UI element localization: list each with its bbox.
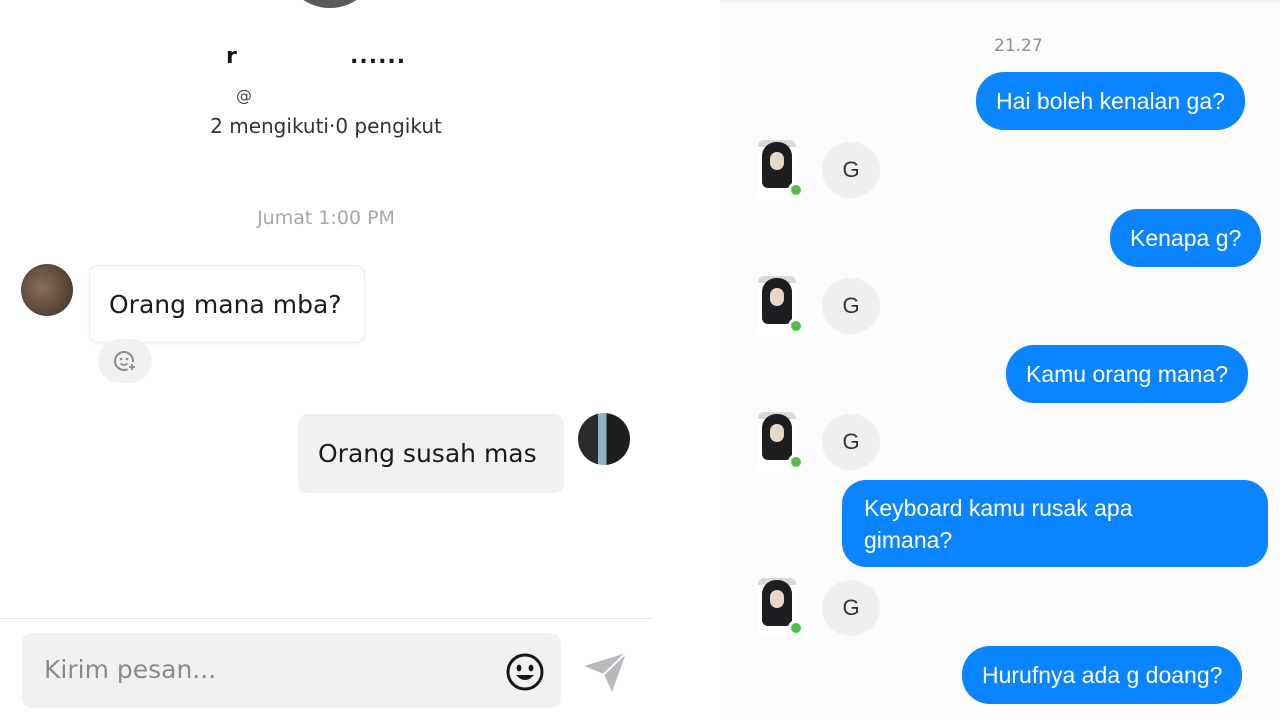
message-text: Hai boleh kenalan ga? [996, 88, 1225, 114]
message-input[interactable]: Kirim pesan... [22, 633, 561, 708]
online-status-dot [788, 182, 804, 198]
sender-avatar[interactable] [21, 264, 73, 316]
message-text: Keyboard kamu rusak apa gimana? [864, 495, 1133, 553]
message-text: Hurufnya ada g doang? [982, 662, 1223, 688]
profile-stats: 2 mengikuti · 0 pengikut [0, 114, 652, 138]
outgoing-message[interactable]: Keyboard kamu rusak apa gimana? [842, 480, 1268, 567]
outgoing-message[interactable]: Kenapa g? [1110, 209, 1262, 267]
message-text: G [842, 595, 860, 620]
message-text: G [842, 429, 860, 454]
screenshot-stage: r...... @ 2 mengikuti · 0 pengikut Jumat… [0, 0, 1280, 720]
send-arrow-icon [584, 652, 627, 692]
send-button[interactable] [582, 650, 628, 694]
profile-name-trailing: ...... [350, 44, 407, 69]
handle-prefix: @ [236, 86, 252, 105]
add-reaction-icon [114, 351, 137, 372]
contact-avatar[interactable] [758, 276, 804, 336]
add-reaction-button[interactable] [98, 339, 152, 383]
emoji-button[interactable] [505, 652, 545, 692]
smiley-icon [506, 653, 544, 691]
message-input-placeholder: Kirim pesan... [44, 655, 217, 684]
message-text: Orang susah mas [318, 439, 537, 468]
incoming-message[interactable]: G [822, 580, 880, 636]
my-avatar[interactable] [578, 413, 630, 465]
outgoing-message[interactable]: Kamu orang mana? [1006, 345, 1249, 403]
message-text: Orang mana mba? [109, 289, 342, 319]
incoming-message[interactable]: Orang mana mba? [89, 265, 365, 343]
left-chat-panel: r...... @ 2 mengikuti · 0 pengikut Jumat… [0, 0, 652, 720]
followers-count[interactable]: 0 pengikut [335, 114, 442, 138]
incoming-message[interactable]: G [822, 278, 880, 334]
outgoing-message[interactable]: Hurufnya ada g doang? [962, 646, 1243, 704]
top-edge [720, 0, 1280, 4]
chat-timestamp: Jumat 1:00 PM [257, 207, 395, 229]
incoming-message[interactable]: G [822, 414, 880, 470]
profile-handle: @ [236, 86, 428, 108]
profile-name-visible: r [226, 44, 238, 69]
online-status-dot [788, 454, 804, 470]
message-text: G [842, 157, 860, 182]
profile-name: r...... [226, 44, 436, 70]
profile-avatar[interactable] [282, 0, 378, 8]
message-text: G [842, 293, 860, 318]
contact-avatar[interactable] [758, 140, 804, 200]
following-count[interactable]: 2 mengikuti [210, 114, 329, 138]
chat-timestamp: 21.27 [994, 36, 1043, 56]
message-text: Kamu orang mana? [1026, 361, 1229, 387]
incoming-message[interactable]: G [822, 142, 880, 198]
outgoing-message[interactable]: Hai boleh kenalan ga? [976, 72, 1245, 130]
online-status-dot [788, 318, 804, 334]
handle-redaction [258, 88, 428, 108]
online-status-dot [788, 620, 804, 636]
message-text: Kenapa g? [1130, 225, 1242, 251]
contact-avatar[interactable] [758, 412, 804, 472]
composer-divider [0, 618, 652, 619]
right-chat-panel: 21.27 Hai boleh kenalan ga? G Kenapa g? … [720, 0, 1280, 720]
contact-avatar[interactable] [758, 578, 804, 638]
outgoing-message[interactable]: Orang susah mas [298, 414, 564, 493]
